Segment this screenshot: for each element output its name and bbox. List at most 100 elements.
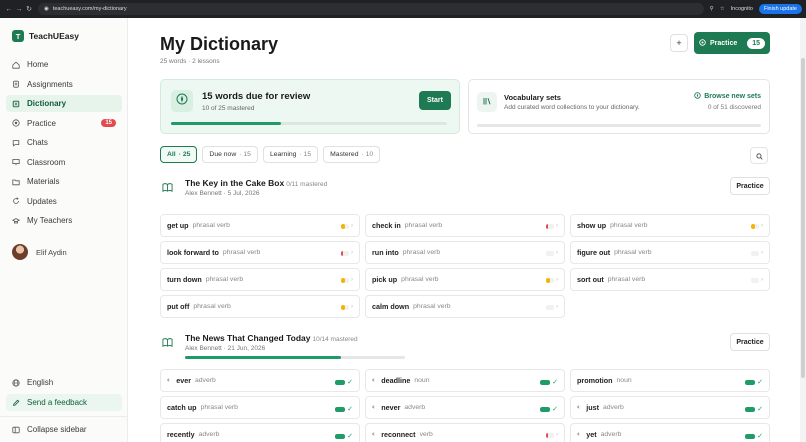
sidebar-item-practice[interactable]: Practice 15 <box>6 115 122 132</box>
word-card[interactable]: run into phrasal verb › <box>365 241 565 264</box>
word-card[interactable]: pick up phrasal verb › <box>365 268 565 291</box>
vocab-discovered: 0 of 51 discovered <box>707 104 761 111</box>
sidebar-item-home[interactable]: Home <box>6 56 122 73</box>
filter-learning[interactable]: Learning · 15 <box>262 146 319 163</box>
sidebar-item-dictionary[interactable]: Dictionary <box>6 95 122 112</box>
word-card[interactable]: catch up phrasal verb ✓ <box>160 396 360 419</box>
site-info-icon[interactable]: ◉ <box>44 6 49 12</box>
practice-button-label: Practice <box>710 39 738 47</box>
lesson-word-grid: get up phrasal verb › check in phrasal verb ›… <box>160 214 770 318</box>
lesson-practice-button[interactable]: Practice <box>730 333 770 351</box>
scrollbar-thumb[interactable] <box>801 58 805 378</box>
zoom-icon[interactable]: ⚲ <box>710 6 714 12</box>
filter-due-now[interactable]: Due now · 15 <box>202 146 258 163</box>
mastery-indicator: ✓ <box>540 405 558 413</box>
user-profile[interactable]: Elif Aydin <box>12 244 67 260</box>
sidebar-item-assignments[interactable]: Assignments <box>6 76 122 93</box>
speaker-icon[interactable]: 🔈︎ <box>577 404 581 412</box>
address-bar[interactable]: ◉ teachueasy.com/my-dictionary <box>38 3 704 15</box>
check-icon: ✓ <box>347 379 353 386</box>
mastery-indicator: ✓ <box>745 432 763 440</box>
word-type: phrasal verb <box>222 249 261 256</box>
collapse-sidebar-button[interactable]: Collapse sidebar <box>6 421 122 438</box>
check-icon: ✓ <box>757 433 763 440</box>
speaker-icon[interactable]: 🔈︎ <box>577 431 581 439</box>
speaker-icon[interactable]: 🔈︎ <box>372 431 376 439</box>
lesson-progress-bar <box>185 356 405 359</box>
word-card[interactable]: show up phrasal verb › <box>570 214 770 237</box>
mastery-indicator: ✓ <box>745 378 763 386</box>
review-title: 15 words due for review <box>202 91 311 102</box>
lesson-practice-button[interactable]: Practice <box>730 177 770 195</box>
sidebar-item-my-teachers[interactable]: My Teachers <box>6 212 122 229</box>
word-card[interactable]: check in phrasal verb › <box>365 214 565 237</box>
browse-sets-link[interactable]: Browse new sets <box>694 92 761 101</box>
mastery-bar <box>546 250 554 256</box>
sidebar-item-chats[interactable]: Chats <box>6 134 122 151</box>
back-icon[interactable]: ← <box>4 6 14 13</box>
word-card[interactable]: 🔈︎ deadline noun ✓ <box>365 369 565 392</box>
chevron-right-icon: › <box>556 250 558 256</box>
word-card[interactable]: 🔈︎ ever adverb ✓ <box>160 369 360 392</box>
search-button[interactable] <box>750 147 768 164</box>
add-word-button[interactable]: + <box>670 34 688 52</box>
chevron-right-icon: › <box>761 250 763 256</box>
refresh-icon <box>12 197 20 205</box>
sidebar-item-classroom[interactable]: Classroom <box>6 154 122 171</box>
filter-all[interactable]: All · 25 <box>160 146 198 163</box>
mastery-bar <box>745 433 756 439</box>
language-selector[interactable]: English <box>6 374 122 391</box>
word-card[interactable]: sort out phrasal verb › <box>570 268 770 291</box>
reload-icon[interactable]: ↻ <box>24 5 34 13</box>
feedback-label: Send a feedback <box>27 398 88 407</box>
lesson-title[interactable]: The Key in the Cake Box 0/11 mastered <box>185 178 327 188</box>
mastery-fill <box>341 304 345 310</box>
finish-update-button[interactable]: Finish update <box>758 4 802 14</box>
forward-icon[interactable]: → <box>14 6 24 13</box>
word-text: turn down <box>167 275 202 284</box>
filter-label: Mastered <box>330 151 359 158</box>
word-card[interactable]: turn down phrasal verb › <box>160 268 360 291</box>
speaker-icon[interactable]: 🔈︎ <box>372 377 376 385</box>
chevron-right-icon: › <box>556 223 558 229</box>
chevron-right-icon: › <box>351 223 353 229</box>
practice-button[interactable]: Practice 15 <box>694 32 770 54</box>
word-text: figure out <box>577 248 611 257</box>
word-text: check in <box>372 221 401 230</box>
word-card[interactable]: promotion noun ✓ <box>570 369 770 392</box>
speaker-icon[interactable]: 🔈︎ <box>167 377 171 385</box>
word-card[interactable]: 🔈︎ yet adverb ✓ <box>570 423 770 442</box>
word-card[interactable]: 🔈︎ never adverb ✓ <box>365 396 565 419</box>
mastery-indicator: › <box>546 304 558 310</box>
word-type: adverb <box>198 431 220 438</box>
bookmark-icon[interactable]: ☆ <box>720 6 725 12</box>
word-card[interactable]: get up phrasal verb › <box>160 214 360 237</box>
send-feedback-button[interactable]: Send a feedback <box>6 394 122 411</box>
mastery-indicator: › <box>546 250 558 256</box>
scrollbar[interactable] <box>800 18 806 442</box>
filter-mastered[interactable]: Mastered · 10 <box>323 146 381 163</box>
classroom-icon <box>12 158 20 166</box>
start-review-button[interactable]: Start <box>419 91 451 110</box>
mastery-bar <box>341 223 349 229</box>
word-card[interactable]: look forward to phrasal verb › <box>160 241 360 264</box>
word-card[interactable]: recently adverb ✓ <box>160 423 360 442</box>
sidebar-item-updates[interactable]: Updates <box>6 193 122 210</box>
word-card[interactable]: put off phrasal verb › <box>160 295 360 318</box>
sidebar-item-label: Classroom <box>27 157 66 167</box>
brand[interactable]: T TeachUEasy <box>12 30 79 42</box>
lesson-progress-fill <box>185 356 342 359</box>
speaker-icon[interactable]: 🔈︎ <box>372 404 376 412</box>
word-card[interactable]: 🔈︎ reconnect verb › <box>365 423 565 442</box>
lesson-title[interactable]: The News That Changed Today 10/14 mastere… <box>185 333 405 343</box>
word-card[interactable]: calm down phrasal verb › <box>365 295 565 318</box>
vocab-progress-bar <box>477 124 761 127</box>
word-text: run into <box>372 248 399 257</box>
word-card[interactable]: 🔈︎ just adverb ✓ <box>570 396 770 419</box>
word-type: noun <box>616 377 632 384</box>
word-card[interactable]: figure out phrasal verb › <box>570 241 770 264</box>
sidebar-item-label: Updates <box>27 196 57 206</box>
word-text: calm down <box>372 302 410 311</box>
sidebar-item-materials[interactable]: Materials <box>6 173 122 190</box>
word-text: deadline <box>381 376 411 385</box>
